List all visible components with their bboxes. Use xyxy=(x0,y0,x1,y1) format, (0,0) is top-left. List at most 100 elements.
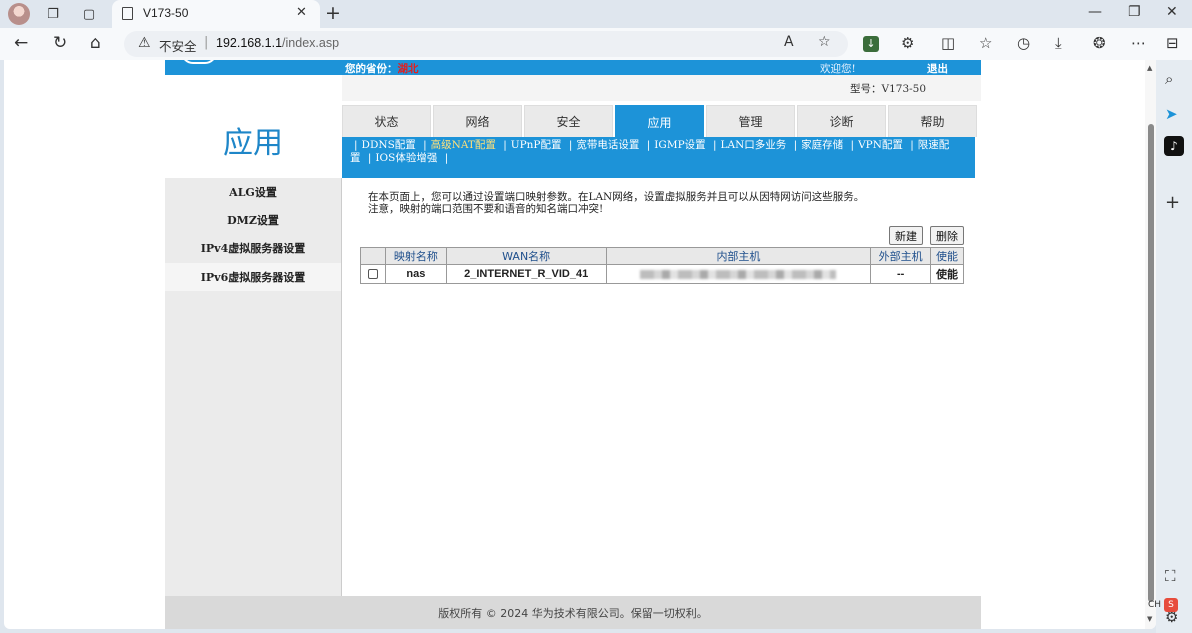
back-icon[interactable]: ← xyxy=(14,33,28,53)
left-menu-ipv6-virtual-server[interactable]: IPv6虚拟服务器设置 xyxy=(165,263,341,291)
extensions-icon[interactable]: ⚙ xyxy=(901,34,914,52)
column-header: 使能 xyxy=(930,247,964,265)
scroll-thumb[interactable] xyxy=(1148,124,1154,602)
ime-indicator[interactable]: CH S xyxy=(1148,598,1188,614)
browser-tab[interactable]: V173-50 ✕ xyxy=(112,0,320,28)
enable-cell: 使能 xyxy=(930,264,964,284)
page-icon xyxy=(122,7,133,20)
redacted-host xyxy=(640,269,837,279)
column-header: 映射名称 xyxy=(384,247,447,265)
tab-application[interactable]: 应用 xyxy=(615,105,704,138)
scroll-up-icon[interactable]: ▲ xyxy=(1147,64,1152,72)
more-menu-icon[interactable]: ⋯ xyxy=(1131,34,1146,52)
new-button[interactable]: 新建 xyxy=(889,226,923,245)
subnav-home-storage[interactable]: 家庭存储 xyxy=(801,139,843,151)
tab-management[interactable]: 管理 xyxy=(706,105,795,137)
section-title: 应用 xyxy=(223,125,283,161)
subnav-vpn[interactable]: VPN配置 xyxy=(858,139,903,151)
main-tabs: 状态 网络 安全 应用 管理 诊断 帮助 xyxy=(342,105,977,138)
add-icon[interactable]: + xyxy=(1165,192,1180,213)
left-menu: ALG设置 DMZ设置 IPv4虚拟服务器设置 IPv6虚拟服务器设置 xyxy=(165,178,341,596)
close-tab-icon[interactable]: ✕ xyxy=(296,5,307,20)
screenshot-icon[interactable]: ⛶ xyxy=(1165,567,1176,585)
internal-host-cell xyxy=(605,264,872,284)
url-text[interactable]: 192.168.1.1/index.asp xyxy=(216,36,339,50)
tab-title: V173-50 xyxy=(143,6,189,20)
vertical-tabs-icon[interactable]: ▢ xyxy=(78,4,100,24)
footer: 版权所有 © 2024 华为技术有限公司。保留一切权利。 xyxy=(165,596,981,629)
logo xyxy=(181,60,217,64)
read-aloud-icon[interactable]: A xyxy=(784,34,794,50)
maximize-icon[interactable]: ❐ xyxy=(1128,4,1141,20)
left-menu-ipv4-virtual-server[interactable]: IPv4虚拟服务器设置 xyxy=(165,234,341,262)
model-row: 型号：V173-50 xyxy=(342,75,981,101)
tab-status[interactable]: 状态 xyxy=(342,105,431,137)
refresh-icon[interactable]: ↻ xyxy=(53,33,67,53)
subnav-lan-multiservice[interactable]: LAN口多业务 xyxy=(721,139,787,151)
search-icon[interactable]: ⌕ xyxy=(1165,70,1173,88)
close-window-icon[interactable]: ✕ xyxy=(1166,4,1178,20)
subnav-rate-limit-cont[interactable]: 置 xyxy=(350,152,361,164)
main-content: 在本页面上，您可以通过设置端口映射参数。在LAN网络，设置虚拟服务并且可以从因特… xyxy=(342,178,981,596)
minimize-icon[interactable]: — xyxy=(1088,4,1102,20)
left-menu-alg[interactable]: ALG设置 xyxy=(165,178,341,206)
split-screen-icon[interactable]: ◫ xyxy=(941,34,955,52)
subnav-upnp[interactable]: UPnP配置 xyxy=(511,139,562,151)
scroll-down-icon[interactable]: ▼ xyxy=(1147,615,1152,623)
row-select-cell xyxy=(360,264,386,284)
delete-button[interactable]: 删除 xyxy=(930,226,964,245)
external-host-cell: -- xyxy=(870,264,932,284)
subnav-voip[interactable]: 宽带电话设置 xyxy=(576,139,639,151)
extension-icon[interactable]: ↓ xyxy=(863,36,879,52)
row-checkbox[interactable] xyxy=(367,269,378,280)
select-column-header xyxy=(360,247,386,265)
sub-navigation: | DDNS配置 | 高级NAT配置 | UPnP配置 | 宽带电话设置 | IGMP设置… xyxy=(342,137,975,178)
subnav-ios-enhance[interactable]: IOS体验增强 xyxy=(375,152,437,164)
sogou-icon: S xyxy=(1164,598,1178,612)
warning-icon[interactable]: ⚠ xyxy=(138,35,151,51)
subnav-row-2: 置 | IOS体验增强 | xyxy=(350,152,449,164)
edge-sidebar: ⌕ ➤ ♪ + ⛶ ⚙ xyxy=(1156,60,1192,633)
history-icon[interactable]: ◷ xyxy=(1017,34,1030,52)
logout-link[interactable]: 退出 xyxy=(927,61,948,76)
column-header: 内部主机 xyxy=(605,247,872,265)
subnav-igmp[interactable]: IGMP设置 xyxy=(654,139,705,151)
wan-name-cell: 2_INTERNET_R_VID_41 xyxy=(445,264,607,284)
table-header-row: 映射名称 WAN名称 内部主机 外部主机 使能 xyxy=(360,247,964,265)
column-header: 外部主机 xyxy=(870,247,932,265)
tab-help[interactable]: 帮助 xyxy=(888,105,977,137)
virtual-server-table: 映射名称 WAN名称 内部主机 外部主机 使能 nas 2_INTERNET_R… xyxy=(360,247,964,284)
table-row: nas 2_INTERNET_R_VID_41 -- 使能 xyxy=(360,264,964,284)
column-header: WAN名称 xyxy=(445,247,607,265)
tab-strip: ❐ ▢ V173-50 ✕ + — ❐ ✕ xyxy=(0,0,1192,28)
router-admin-page: 您的省份：湖北 欢迎您! 退出 型号：V173-50 应用 状态 网络 安全 应… xyxy=(165,60,981,629)
province-value: 湖北 xyxy=(397,63,419,75)
notice-text: 注意，映射的端口范围不要和语音的知名端口冲突! xyxy=(368,203,604,215)
sidebar-toggle-icon[interactable]: ⊟ xyxy=(1166,34,1179,52)
profile-avatar[interactable] xyxy=(8,3,30,25)
left-menu-dmz[interactable]: DMZ设置 xyxy=(165,206,341,234)
url-separator: | xyxy=(204,35,209,50)
ime-label: CH xyxy=(1148,600,1162,610)
new-tab-icon[interactable]: + xyxy=(325,2,341,24)
tab-network[interactable]: 网络 xyxy=(433,105,522,137)
home-icon[interactable]: ⌂ xyxy=(90,33,101,53)
subnav-rate-limit[interactable]: 限速配 xyxy=(918,139,950,151)
province-label: 您的省份：湖北 xyxy=(345,63,419,75)
address-bar[interactable]: ⚠ 不安全 | 192.168.1.1/index.asp A ☆ xyxy=(124,31,848,57)
copilot-icon[interactable]: ❂ xyxy=(1093,34,1106,52)
vertical-scrollbar[interactable]: ▲ ▼ xyxy=(1145,60,1156,629)
tab-diagnostics[interactable]: 诊断 xyxy=(797,105,886,137)
mapping-name-cell: nas xyxy=(384,264,447,284)
favorites-icon[interactable]: ☆ xyxy=(979,34,992,52)
workspaces-icon[interactable]: ❐ xyxy=(42,4,64,24)
tab-security[interactable]: 安全 xyxy=(524,105,613,137)
insecure-label[interactable]: 不安全 xyxy=(159,36,197,55)
top-banner: 您的省份：湖北 欢迎您! 退出 xyxy=(165,60,981,75)
telegram-icon[interactable]: ➤ xyxy=(1165,105,1178,123)
downloads-icon[interactable]: ⤓ xyxy=(1055,34,1062,52)
page-viewport: 您的省份：湖北 欢迎您! 退出 型号：V173-50 应用 状态 网络 安全 应… xyxy=(4,60,1156,629)
model-label: 型号：V173-50 xyxy=(850,83,927,95)
star-icon[interactable]: ☆ xyxy=(818,34,831,50)
tiktok-icon[interactable]: ♪ xyxy=(1164,136,1184,156)
